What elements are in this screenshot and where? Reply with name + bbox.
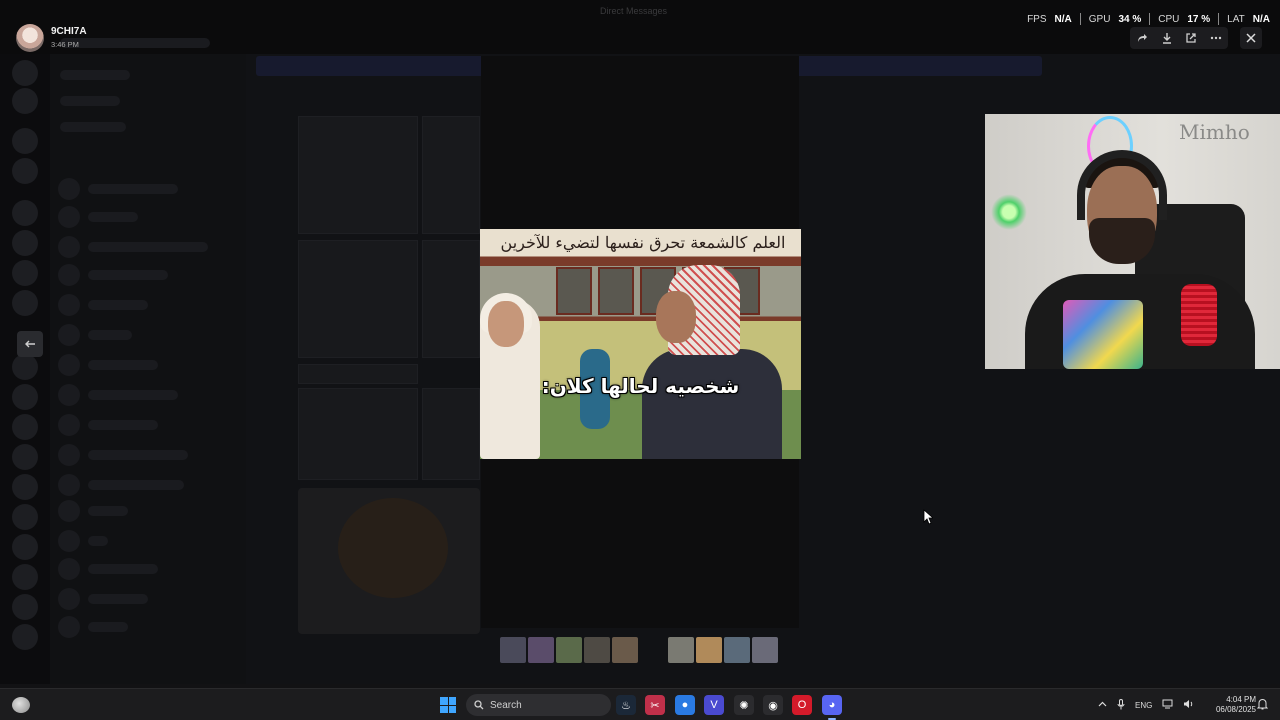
vivaldi-icon[interactable]: V	[704, 695, 724, 715]
video-banner-text: العلم كالشمعة تحرق نفسها لتضيء للآخرين	[500, 233, 786, 252]
steam-icon[interactable]: ♨	[616, 695, 636, 715]
media-thumbnail[interactable]	[500, 637, 526, 663]
webcam-logo-text: Mimho	[1179, 120, 1250, 144]
discord-icon[interactable]: ◕	[822, 695, 842, 715]
system-clock[interactable]: 4:04 PM 06/08/2025	[1206, 695, 1256, 715]
network-icon[interactable]	[1162, 699, 1173, 711]
media-thumbnail[interactable]	[696, 637, 722, 663]
green-light	[991, 194, 1027, 230]
chevron-up-icon[interactable]	[1098, 700, 1107, 711]
media-thumbnail[interactable]	[668, 637, 694, 663]
media-author[interactable]: 9CHI7A 3:46 PM	[14, 22, 154, 56]
search-placeholder: Search	[490, 699, 522, 711]
window-title: Direct Messages	[600, 6, 668, 16]
avatar[interactable]	[16, 24, 44, 52]
divider	[1079, 13, 1081, 25]
notification-bell-icon[interactable]	[1256, 698, 1269, 712]
microphone	[1181, 284, 1217, 346]
latency-value: N/A	[1252, 13, 1270, 25]
performance-overlay: FPS N/A GPU 34 % CPU 17 % LAT N/A	[1027, 12, 1270, 26]
post-time: 3:46 PM	[51, 40, 79, 49]
windows-taskbar: Search ♨ ✂ ● V ✺ ◉ O ◕ ENG 4:04 PM 06/08/2025	[0, 688, 1280, 720]
latency-label: LAT	[1227, 13, 1245, 25]
webcam-overlay: Mimho	[985, 114, 1280, 369]
snipping-tool-icon[interactable]: ✂	[645, 695, 665, 715]
author-name: 9CHI7A	[51, 26, 87, 37]
github-icon[interactable]: ◉	[763, 695, 783, 715]
media-actions-toolbar	[1130, 27, 1228, 49]
media-thumbnail[interactable]	[584, 637, 610, 663]
language-indicator[interactable]: ENG	[1135, 701, 1152, 710]
clock-time: 4:04 PM	[1226, 695, 1256, 704]
media-thumbnail[interactable]	[556, 637, 582, 663]
mouse-cursor-icon	[923, 509, 933, 525]
divider	[1218, 13, 1220, 25]
arrow-left-icon	[25, 340, 35, 348]
clock-date: 06/08/2025	[1215, 705, 1256, 714]
server-rail	[0, 54, 50, 684]
fps-label: FPS	[1027, 13, 1047, 25]
video-player[interactable]: العلم كالشمعة تحرق نفسها لتضيء للآخرين ش…	[480, 229, 801, 459]
opera-icon[interactable]: O	[792, 695, 812, 715]
chrome-icon[interactable]: ●	[675, 695, 695, 715]
cpu-value: 17 %	[1187, 13, 1211, 25]
chatgpt-icon[interactable]: ✺	[734, 695, 754, 715]
system-tray: ENG	[1098, 697, 1194, 713]
close-viewer-button[interactable]	[1240, 27, 1262, 49]
media-thumbnail[interactable]	[724, 637, 750, 663]
divider	[1149, 13, 1151, 25]
taskbar-search[interactable]: Search	[466, 694, 611, 716]
close-icon	[1246, 33, 1256, 43]
widgets-icon[interactable]	[12, 697, 30, 713]
microphone-icon[interactable]	[1117, 698, 1125, 712]
cpu-label: CPU	[1158, 13, 1180, 25]
gpu-value: 34 %	[1118, 13, 1142, 25]
previous-media-button[interactable]	[17, 331, 43, 357]
media-thumbnail[interactable]	[528, 637, 554, 663]
video-subtitle: شخصيه لحالها كلان:	[541, 374, 740, 398]
gpu-label: GPU	[1088, 13, 1111, 25]
download-icon[interactable]	[1158, 29, 1176, 47]
volume-icon[interactable]	[1183, 699, 1194, 711]
start-button[interactable]	[440, 697, 456, 713]
open-external-icon[interactable]	[1182, 29, 1200, 47]
forward-icon[interactable]	[1133, 29, 1151, 47]
media-thumbnail[interactable]	[612, 637, 638, 663]
fps-value: N/A	[1054, 13, 1072, 25]
more-icon[interactable]	[1207, 29, 1225, 47]
media-thumbnail[interactable]	[752, 637, 778, 663]
search-icon	[474, 700, 484, 710]
